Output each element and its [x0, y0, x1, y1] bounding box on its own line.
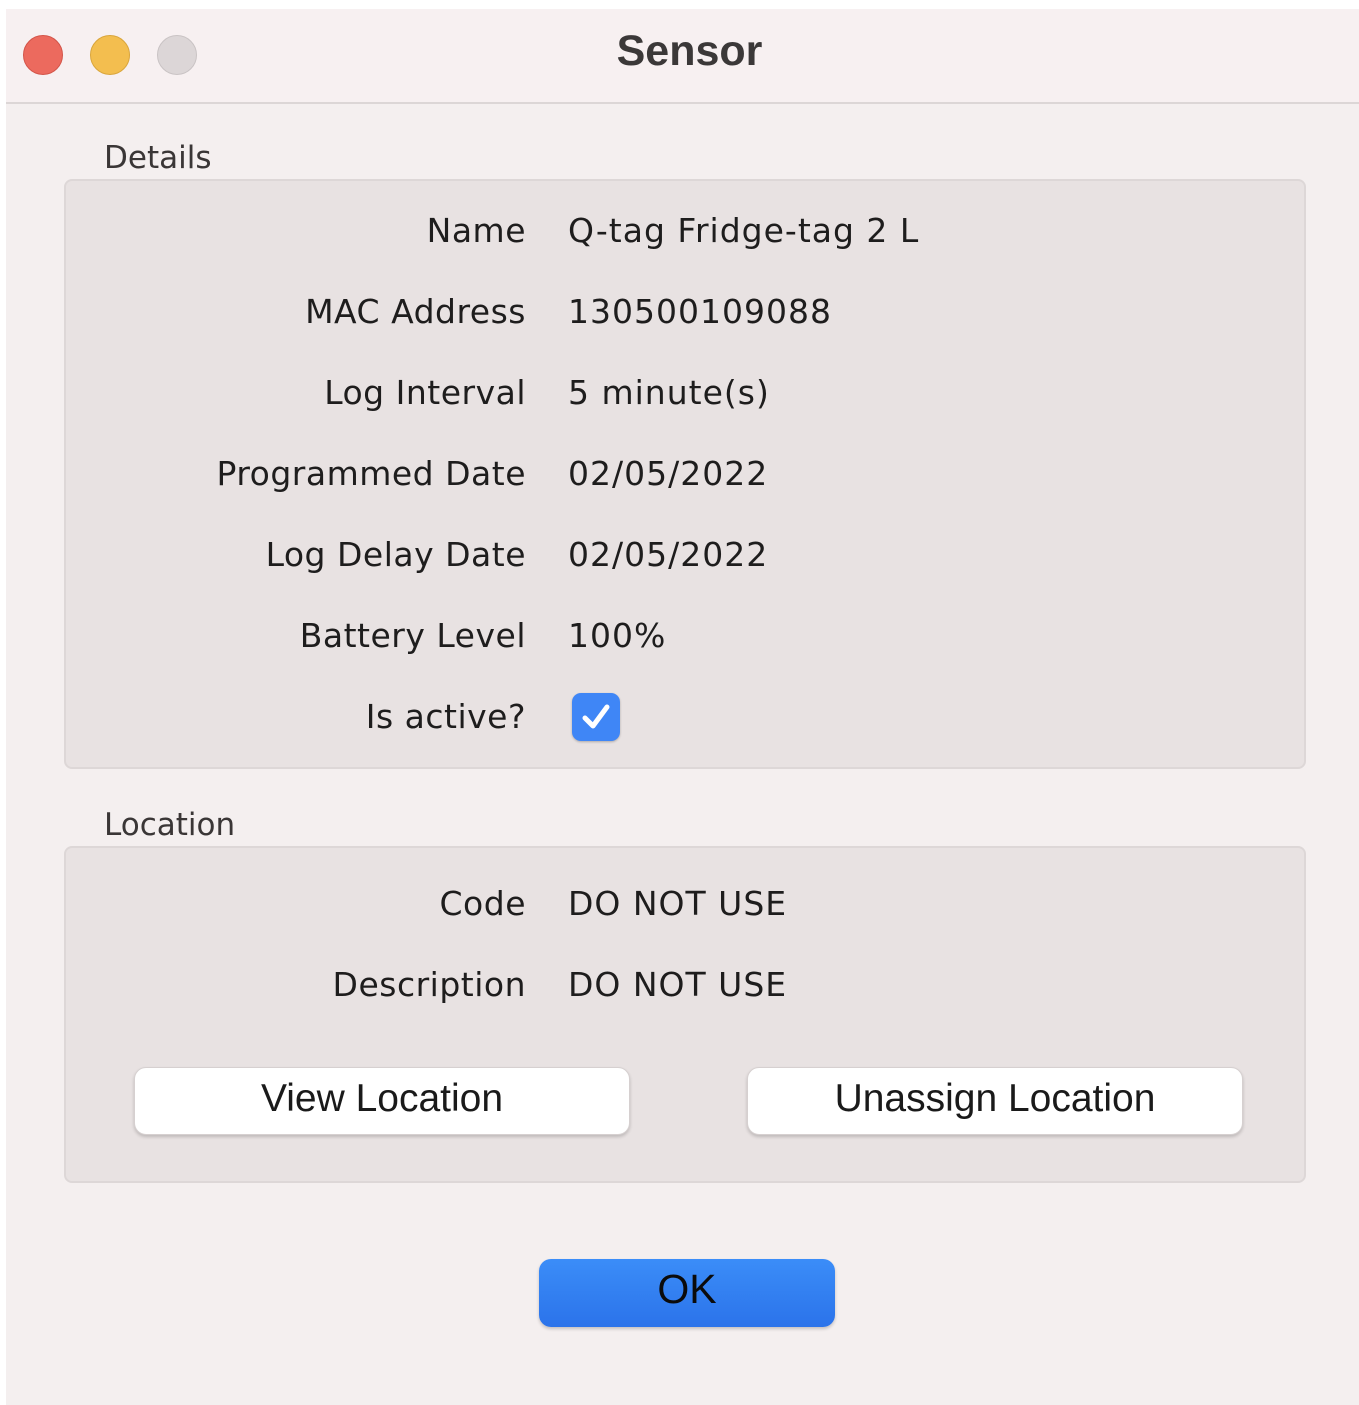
- description-label: Description: [332, 965, 526, 1004]
- programmed-date-value: 02/05/2022: [568, 454, 769, 493]
- checkmark-icon: [582, 704, 610, 729]
- is-active-label: Is active?: [365, 697, 526, 736]
- view-location-button[interactable]: View Location: [134, 1067, 630, 1135]
- window-title: Sensor: [616, 27, 763, 75]
- log-delay-date-row: Log Delay Date 02/05/2022: [66, 535, 1304, 575]
- details-panel: Name Q-tag Fridge-tag 2 L MAC Address 13…: [64, 179, 1306, 769]
- details-group-label: Details: [104, 140, 212, 176]
- log-interval-row: Log Interval 5 minute(s): [66, 373, 1304, 413]
- code-label: Code: [439, 884, 526, 923]
- log-interval-label: Log Interval: [324, 373, 526, 412]
- unassign-location-button[interactable]: Unassign Location: [747, 1067, 1243, 1135]
- description-row: Description DO NOT USE: [66, 965, 1304, 1005]
- programmed-date-row: Programmed Date 02/05/2022: [66, 454, 1304, 494]
- programmed-date-label: Programmed Date: [216, 454, 526, 493]
- mac-address-row: MAC Address 130500109088: [66, 292, 1304, 332]
- battery-level-row: Battery Level 100%: [66, 616, 1304, 656]
- is-active-checkbox[interactable]: [572, 693, 620, 741]
- name-value: Q-tag Fridge-tag 2 L: [568, 211, 920, 250]
- log-delay-date-label: Log Delay Date: [265, 535, 526, 574]
- mac-address-label: MAC Address: [305, 292, 526, 331]
- mac-address-value: 130500109088: [568, 292, 832, 331]
- code-row: Code DO NOT USE: [66, 884, 1304, 924]
- description-value: DO NOT USE: [568, 965, 788, 1004]
- ok-button[interactable]: OK: [539, 1259, 835, 1327]
- sensor-dialog: Sensor Details Name Q-tag Fridge-tag 2 L…: [6, 9, 1359, 1405]
- title-bar[interactable]: Sensor: [6, 9, 1359, 104]
- name-row: Name Q-tag Fridge-tag 2 L: [66, 211, 1304, 251]
- location-panel: Code DO NOT USE Description DO NOT USE V…: [64, 846, 1306, 1183]
- name-label: Name: [426, 211, 526, 250]
- log-delay-date-value: 02/05/2022: [568, 535, 769, 574]
- battery-level-value: 100%: [568, 616, 667, 655]
- battery-level-label: Battery Level: [299, 616, 526, 655]
- log-interval-value: 5 minute(s): [568, 373, 770, 412]
- code-value: DO NOT USE: [568, 884, 788, 923]
- is-active-row: Is active?: [66, 693, 1304, 741]
- location-group-label: Location: [104, 807, 236, 843]
